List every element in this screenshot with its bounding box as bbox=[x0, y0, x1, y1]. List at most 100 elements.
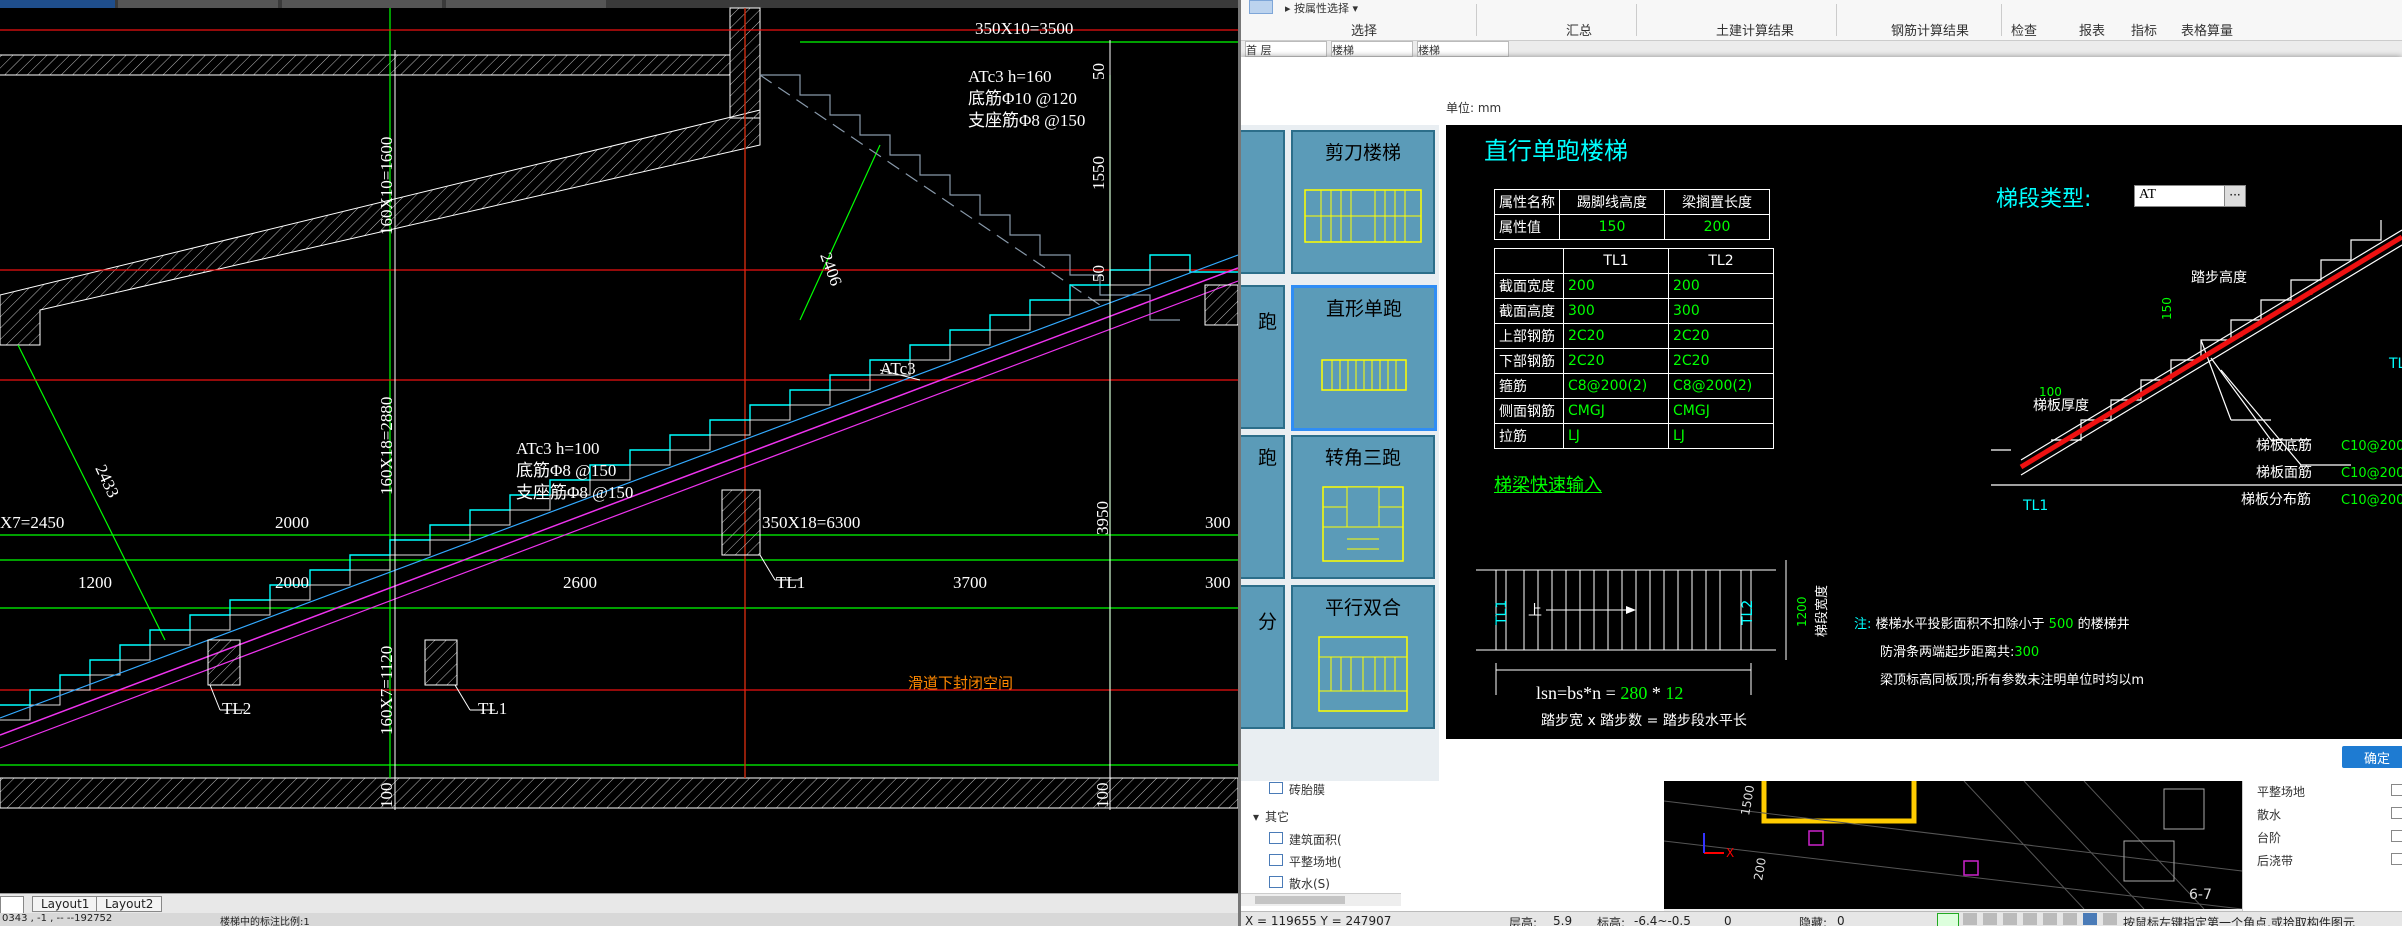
prop-checkbox[interactable] bbox=[2391, 784, 2402, 796]
beam-cell[interactable]: CMGJ bbox=[1668, 398, 1774, 424]
beam-cell[interactable]: 200 bbox=[1563, 273, 1669, 299]
stair-title: 直行单跑楼梯 bbox=[1484, 137, 1628, 165]
ribbon-group-table[interactable]: 表格算量 bbox=[2181, 20, 2233, 39]
formula-n[interactable]: 12 bbox=[1665, 683, 1683, 703]
prop-checkbox[interactable] bbox=[2391, 807, 2402, 819]
thumb-scissor-stair[interactable]: 剪刀楼梯 bbox=[1291, 130, 1435, 274]
label-tl1-low: TL1 bbox=[478, 699, 507, 718]
section-label-tl: TL bbox=[2388, 356, 2402, 372]
param-canvas[interactable]: 直行单跑楼梯 属性名称 踢脚线高度 梁搁置长度 属性值 150 200 TL1 … bbox=[1446, 125, 2402, 739]
prop-checkbox[interactable] bbox=[2391, 830, 2402, 842]
kick-height-value[interactable]: 150 bbox=[1559, 214, 1665, 240]
ime-icon[interactable] bbox=[1963, 913, 1977, 925]
beam-cell[interactable]: 2C20 bbox=[1668, 323, 1774, 349]
ok-button[interactable]: 确定 bbox=[2342, 746, 2402, 768]
thumb-corner-three[interactable]: 转角三跑 bbox=[1291, 435, 1435, 579]
label-rebar-160: 底筋Φ10 @120 bbox=[968, 89, 1077, 108]
app-pane: ▸ 按属性选择 ▾ 选择 汇总 土建计算结果 钢筋计算结果 检查 报表 指标 表… bbox=[1241, 0, 2402, 926]
toolbar-icon[interactable] bbox=[2083, 913, 2097, 925]
toolbar-icon[interactable] bbox=[2043, 913, 2057, 925]
beam-rest-length-value[interactable]: 200 bbox=[1664, 214, 1770, 240]
dim-50a: 50 bbox=[1089, 63, 1108, 80]
beam-tl-right bbox=[1204, 284, 1238, 326]
beam-cell[interactable]: 2C20 bbox=[1563, 348, 1669, 374]
snap-icon[interactable] bbox=[1937, 913, 1959, 926]
category-select[interactable]: 楼梯 bbox=[1331, 41, 1413, 57]
segment-type-input[interactable]: AT ··· bbox=[2134, 185, 2246, 207]
section-label-tl1: TL1 bbox=[2022, 498, 2048, 514]
prop-row[interactable]: 平整场地 bbox=[2257, 783, 2305, 800]
ribbon-group-civil-result[interactable]: 土建计算结果 bbox=[1716, 20, 1794, 39]
toolbar-icon[interactable] bbox=[1983, 913, 1997, 925]
thumb-parallel-double[interactable]: 平行双合 bbox=[1291, 585, 1435, 729]
top-rebar-value[interactable]: C10@200 bbox=[2341, 466, 2402, 481]
cad-status-coords: 0343 , -1 , -- --192752 bbox=[2, 913, 113, 924]
status-coords: X = 119655 Y = 247907 bbox=[1245, 914, 1392, 926]
thumb-left-partial[interactable]: 跑 bbox=[1241, 285, 1285, 429]
toolbar-icon[interactable] bbox=[2063, 913, 2077, 925]
segment-type-value: AT bbox=[2139, 187, 2157, 202]
prop-checkbox[interactable] bbox=[2391, 853, 2402, 865]
thumb-label: 平行双合 bbox=[1324, 597, 1401, 619]
beam-quick-input-link[interactable]: 梯梁快速输入 bbox=[1494, 471, 1602, 497]
thumb-left-partial[interactable]: 分 bbox=[1241, 585, 1285, 729]
drawing-view[interactable]: X 1500 200 6-7 bbox=[1664, 781, 2242, 909]
dist-rebar-value[interactable]: C10@200 bbox=[2341, 493, 2402, 508]
bottom-rebar-value[interactable]: C10@200 bbox=[2341, 439, 2402, 454]
unit-label: 单位: mm bbox=[1446, 101, 1502, 115]
toolbar-icon[interactable] bbox=[2103, 913, 2117, 925]
beam-cell[interactable]: LJ bbox=[1563, 423, 1669, 449]
tree-item-site-leveling[interactable]: 平整场地( bbox=[1269, 853, 1342, 870]
toolbar-icon[interactable] bbox=[2023, 913, 2037, 925]
ribbon: ▸ 按属性选择 ▾ 选择 汇总 土建计算结果 钢筋计算结果 检查 报表 指标 表… bbox=[1241, 0, 2402, 41]
hidden-value: 0 bbox=[1837, 914, 1845, 926]
beam-header: TL2 bbox=[1668, 248, 1774, 274]
stair-type-list[interactable]: 跑 跑 分 剪刀楼梯 直形单跑 转角三跑 平行双合 bbox=[1241, 125, 1439, 805]
beam-cell[interactable]: CMGJ bbox=[1563, 398, 1669, 424]
stairwell-min-value[interactable]: 500 bbox=[2049, 617, 2074, 632]
formula-bs[interactable]: 280 bbox=[1620, 683, 1647, 703]
tree-item-brick-mould[interactable]: 砖胎膜 bbox=[1269, 781, 1325, 798]
scroll-thumb[interactable] bbox=[1255, 896, 1345, 904]
anti-slip-value[interactable]: 300 bbox=[2014, 645, 2039, 660]
prop-row[interactable]: 散水 bbox=[2257, 806, 2281, 823]
ribbon-group-index[interactable]: 指标 bbox=[2131, 20, 2157, 39]
tree-item-building-area[interactable]: 建筑面积( bbox=[1269, 831, 1342, 848]
component-select[interactable]: 楼梯 bbox=[1417, 41, 1509, 57]
formula-star: * bbox=[1647, 683, 1665, 703]
ribbon-icon[interactable] bbox=[1249, 0, 1273, 14]
ribbon-group-select[interactable]: 选择 bbox=[1351, 20, 1377, 39]
prop-row[interactable]: 后浇带 bbox=[2257, 852, 2293, 869]
beam-cell[interactable]: 2C20 bbox=[1668, 348, 1774, 374]
beam-cell[interactable]: 300 bbox=[1668, 298, 1774, 324]
dropdown-icon: ▸ bbox=[1285, 2, 1291, 15]
thumb-left-partial[interactable]: 跑 bbox=[1241, 435, 1285, 579]
layout-tab[interactable]: Layout2 bbox=[96, 896, 163, 912]
ribbon-group-check[interactable]: 检查 bbox=[2011, 20, 2037, 39]
toolbar-icon[interactable] bbox=[2003, 913, 2017, 925]
beam-cell[interactable]: 2C20 bbox=[1563, 323, 1669, 349]
beam-cell[interactable]: C8@200(2) bbox=[1563, 373, 1669, 399]
layout-tab[interactable]: Layout1 bbox=[32, 896, 99, 912]
beam-cell[interactable]: 200 bbox=[1668, 273, 1774, 299]
floor-select[interactable]: 首 层 bbox=[1245, 41, 1327, 57]
ribbon-group-rebar-result[interactable]: 钢筋计算结果 bbox=[1891, 20, 1969, 39]
model-tab-partial[interactable] bbox=[0, 896, 24, 914]
thumb-straight-single[interactable]: 直形单跑 bbox=[1291, 285, 1437, 431]
tree-item-apron[interactable]: 散水(S) bbox=[1269, 875, 1330, 892]
tree-scrollbar[interactable] bbox=[1241, 893, 1401, 906]
cad-drawing[interactable]: 350X10=3500 ATc3 h=160 底筋Φ10 @120 支座筋Φ8 … bbox=[0, 0, 1238, 895]
ellipsis-button[interactable]: ··· bbox=[2224, 186, 2245, 206]
thumb-left-partial[interactable] bbox=[1241, 130, 1285, 274]
select-by-attr-dropdown[interactable]: ▸ 按属性选择 ▾ bbox=[1285, 0, 1358, 16]
beam-cell[interactable]: LJ bbox=[1668, 423, 1774, 449]
ribbon-group-report[interactable]: 报表 bbox=[2079, 20, 2105, 39]
beam-cell[interactable]: C8@200(2) bbox=[1668, 373, 1774, 399]
beam-cell[interactable]: 300 bbox=[1563, 298, 1669, 324]
cad-pane[interactable]: 350X10=3500 ATc3 h=160 底筋Φ10 @120 支座筋Φ8 … bbox=[0, 0, 1238, 926]
dim-1200: 1200 bbox=[78, 573, 112, 592]
tree-item-other[interactable]: ▾ 其它 bbox=[1253, 808, 1289, 825]
prop-row[interactable]: 台阶 bbox=[2257, 829, 2281, 846]
ribbon-group-summary[interactable]: 汇总 bbox=[1566, 20, 1592, 39]
dim-160x10: 160X10=1600 bbox=[377, 137, 396, 235]
